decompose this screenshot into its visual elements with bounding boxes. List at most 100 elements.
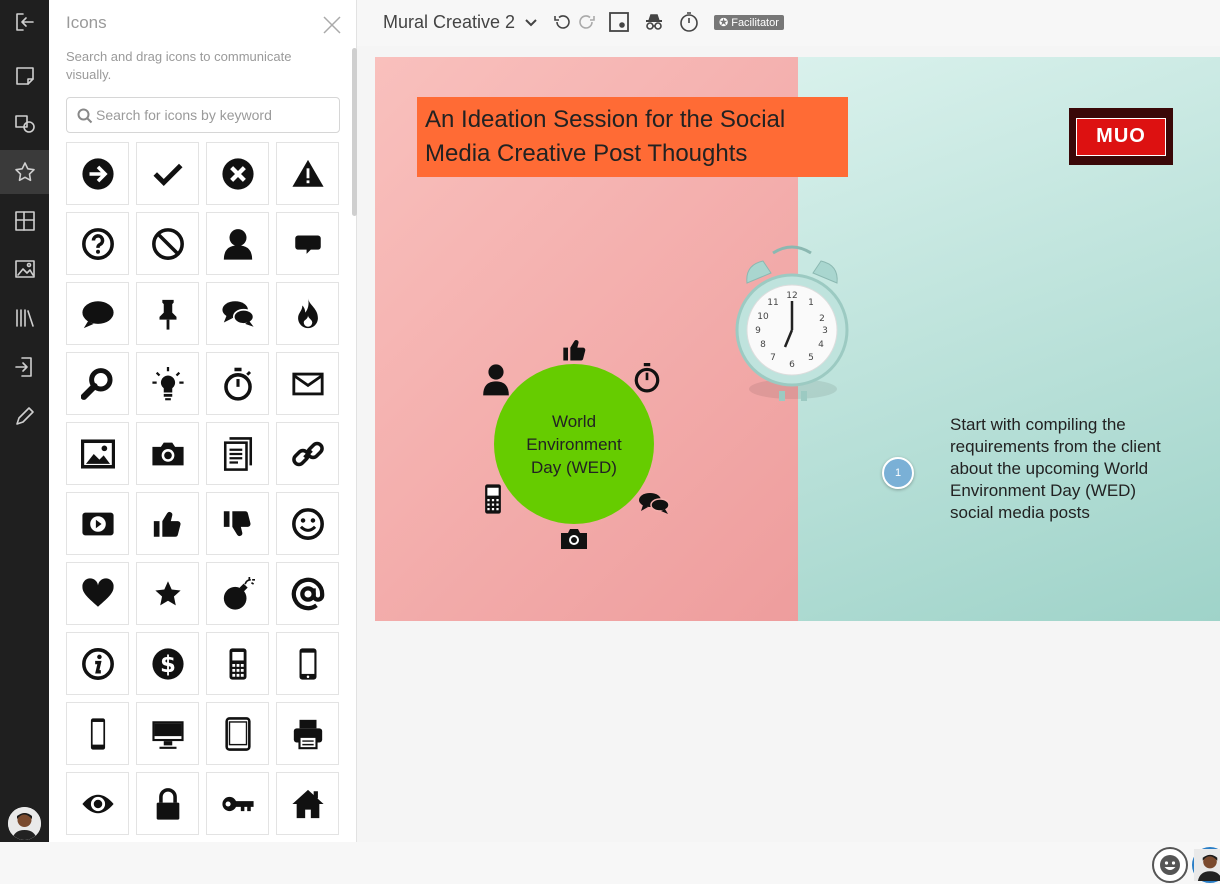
chevron-down-icon[interactable] [519, 10, 543, 34]
thumbs-up-icon[interactable] [560, 336, 590, 364]
shapes-icon[interactable] [0, 102, 49, 146]
icon-tile[interactable] [136, 702, 199, 765]
picture-icon [80, 438, 115, 469]
icon-grid: $ [66, 142, 341, 835]
stopwatch-icon [223, 367, 252, 401]
library-icon[interactable] [0, 296, 49, 340]
pushpin-icon [159, 299, 176, 330]
icon-tile[interactable] [136, 142, 199, 205]
svg-text:6: 6 [789, 360, 795, 370]
muo-logo[interactable]: MUO [1069, 108, 1173, 165]
mural-canvas[interactable]: An Ideation Session for the Social Media… [357, 46, 1220, 883]
icon-tile[interactable] [206, 702, 269, 765]
icon-tile[interactable] [136, 772, 199, 835]
icon-tile[interactable] [66, 632, 129, 695]
wed-circle[interactable]: World Environment Day (WED) [494, 364, 654, 524]
stopwatch-icon[interactable] [634, 363, 660, 393]
icon-tile[interactable] [136, 352, 199, 415]
conversation-icon[interactable] [638, 491, 670, 515]
collaboration-bar [1152, 846, 1220, 884]
icon-tile[interactable] [276, 632, 339, 695]
undo-icon[interactable] [550, 10, 574, 34]
icon-tile[interactable] [206, 562, 269, 625]
templates-icon[interactable] [0, 199, 49, 243]
svg-text:10: 10 [757, 312, 769, 322]
envelope-icon [291, 372, 324, 395]
collaborator-avatar[interactable] [1192, 847, 1220, 883]
bomb-icon [223, 576, 255, 610]
lightbulb-icon [151, 366, 184, 400]
icon-tile[interactable] [136, 422, 199, 485]
video-icon [81, 512, 114, 535]
icon-tile[interactable] [276, 352, 339, 415]
icon-tile[interactable] [136, 562, 199, 625]
icon-tile[interactable] [66, 772, 129, 835]
icon-tile[interactable] [276, 212, 339, 275]
icon-tile[interactable]: $ [136, 632, 199, 695]
image-icon[interactable] [0, 247, 49, 291]
icon-tile[interactable] [276, 562, 339, 625]
smartphone-icon [299, 647, 316, 680]
icon-tile[interactable] [66, 282, 129, 345]
icon-tile[interactable] [206, 352, 269, 415]
home-icon [291, 789, 324, 818]
top-bar: Mural Creative 2 ✪ Facilitator [357, 0, 1220, 46]
icon-search-field[interactable] [66, 97, 340, 133]
outline-icon[interactable] [607, 10, 631, 34]
icon-tile[interactable] [136, 212, 199, 275]
icon-tile[interactable] [276, 282, 339, 345]
icon-tile[interactable] [206, 772, 269, 835]
redo-icon[interactable] [575, 10, 599, 34]
outline-pin[interactable]: 1 [882, 457, 914, 489]
fire-icon [297, 297, 318, 328]
mural-title[interactable]: Mural Creative 2 [383, 12, 515, 33]
printer-icon [293, 719, 322, 749]
icon-tile[interactable] [206, 632, 269, 695]
icon-tile[interactable] [66, 492, 129, 555]
icon-tile[interactable] [206, 282, 269, 345]
reaction-button[interactable] [1152, 847, 1188, 883]
alarm-clock-image[interactable]: 12 1 2 3 45 6 78 9 10 11 [733, 243, 851, 403]
key-icon [221, 796, 254, 811]
board-title[interactable]: An Ideation Session for the Social Media… [417, 97, 848, 177]
close-icon[interactable] [321, 14, 343, 36]
icon-tile[interactable] [136, 282, 199, 345]
facilitator-label: Facilitator [731, 16, 779, 29]
facilitator-badge[interactable]: ✪ Facilitator [714, 15, 784, 30]
icon-tile[interactable] [206, 422, 269, 485]
icon-tile[interactable] [136, 492, 199, 555]
icon-tile[interactable] [66, 212, 129, 275]
icon-tile[interactable] [276, 702, 339, 765]
user-avatar[interactable] [8, 807, 41, 840]
icon-tile[interactable] [276, 772, 339, 835]
icon-tile[interactable] [66, 422, 129, 485]
user-icon[interactable] [482, 362, 510, 396]
svg-text:12: 12 [786, 291, 797, 301]
pencil-icon[interactable] [0, 394, 49, 438]
icon-tile[interactable] [276, 492, 339, 555]
info-icon [81, 647, 114, 680]
svg-text:3: 3 [822, 326, 828, 336]
icon-tile[interactable] [206, 492, 269, 555]
icon-tile[interactable] [276, 142, 339, 205]
icon-tile[interactable] [206, 212, 269, 275]
icon-tile[interactable] [66, 702, 129, 765]
icon-search-input[interactable] [96, 98, 334, 132]
camera-icon[interactable] [559, 528, 589, 550]
feature-phone-icon[interactable] [484, 483, 502, 515]
requirements-note[interactable]: Start with compiling the requirements fr… [950, 414, 1170, 524]
exit-icon[interactable] [0, 0, 49, 44]
icon-tile[interactable] [66, 352, 129, 415]
timer-icon[interactable] [677, 10, 701, 34]
sticky-note-icon[interactable] [0, 54, 49, 98]
svg-text:11: 11 [767, 298, 778, 308]
icon-tile[interactable] [206, 142, 269, 205]
board-area[interactable]: An Ideation Session for the Social Media… [375, 57, 1220, 621]
private-mode-icon[interactable] [642, 10, 666, 34]
icon-tile[interactable] [276, 422, 339, 485]
conversation-icon [221, 300, 254, 327]
icon-tile[interactable] [66, 562, 129, 625]
icon-tile[interactable] [66, 142, 129, 205]
star-icon[interactable] [0, 150, 49, 194]
import-icon[interactable] [0, 345, 49, 389]
